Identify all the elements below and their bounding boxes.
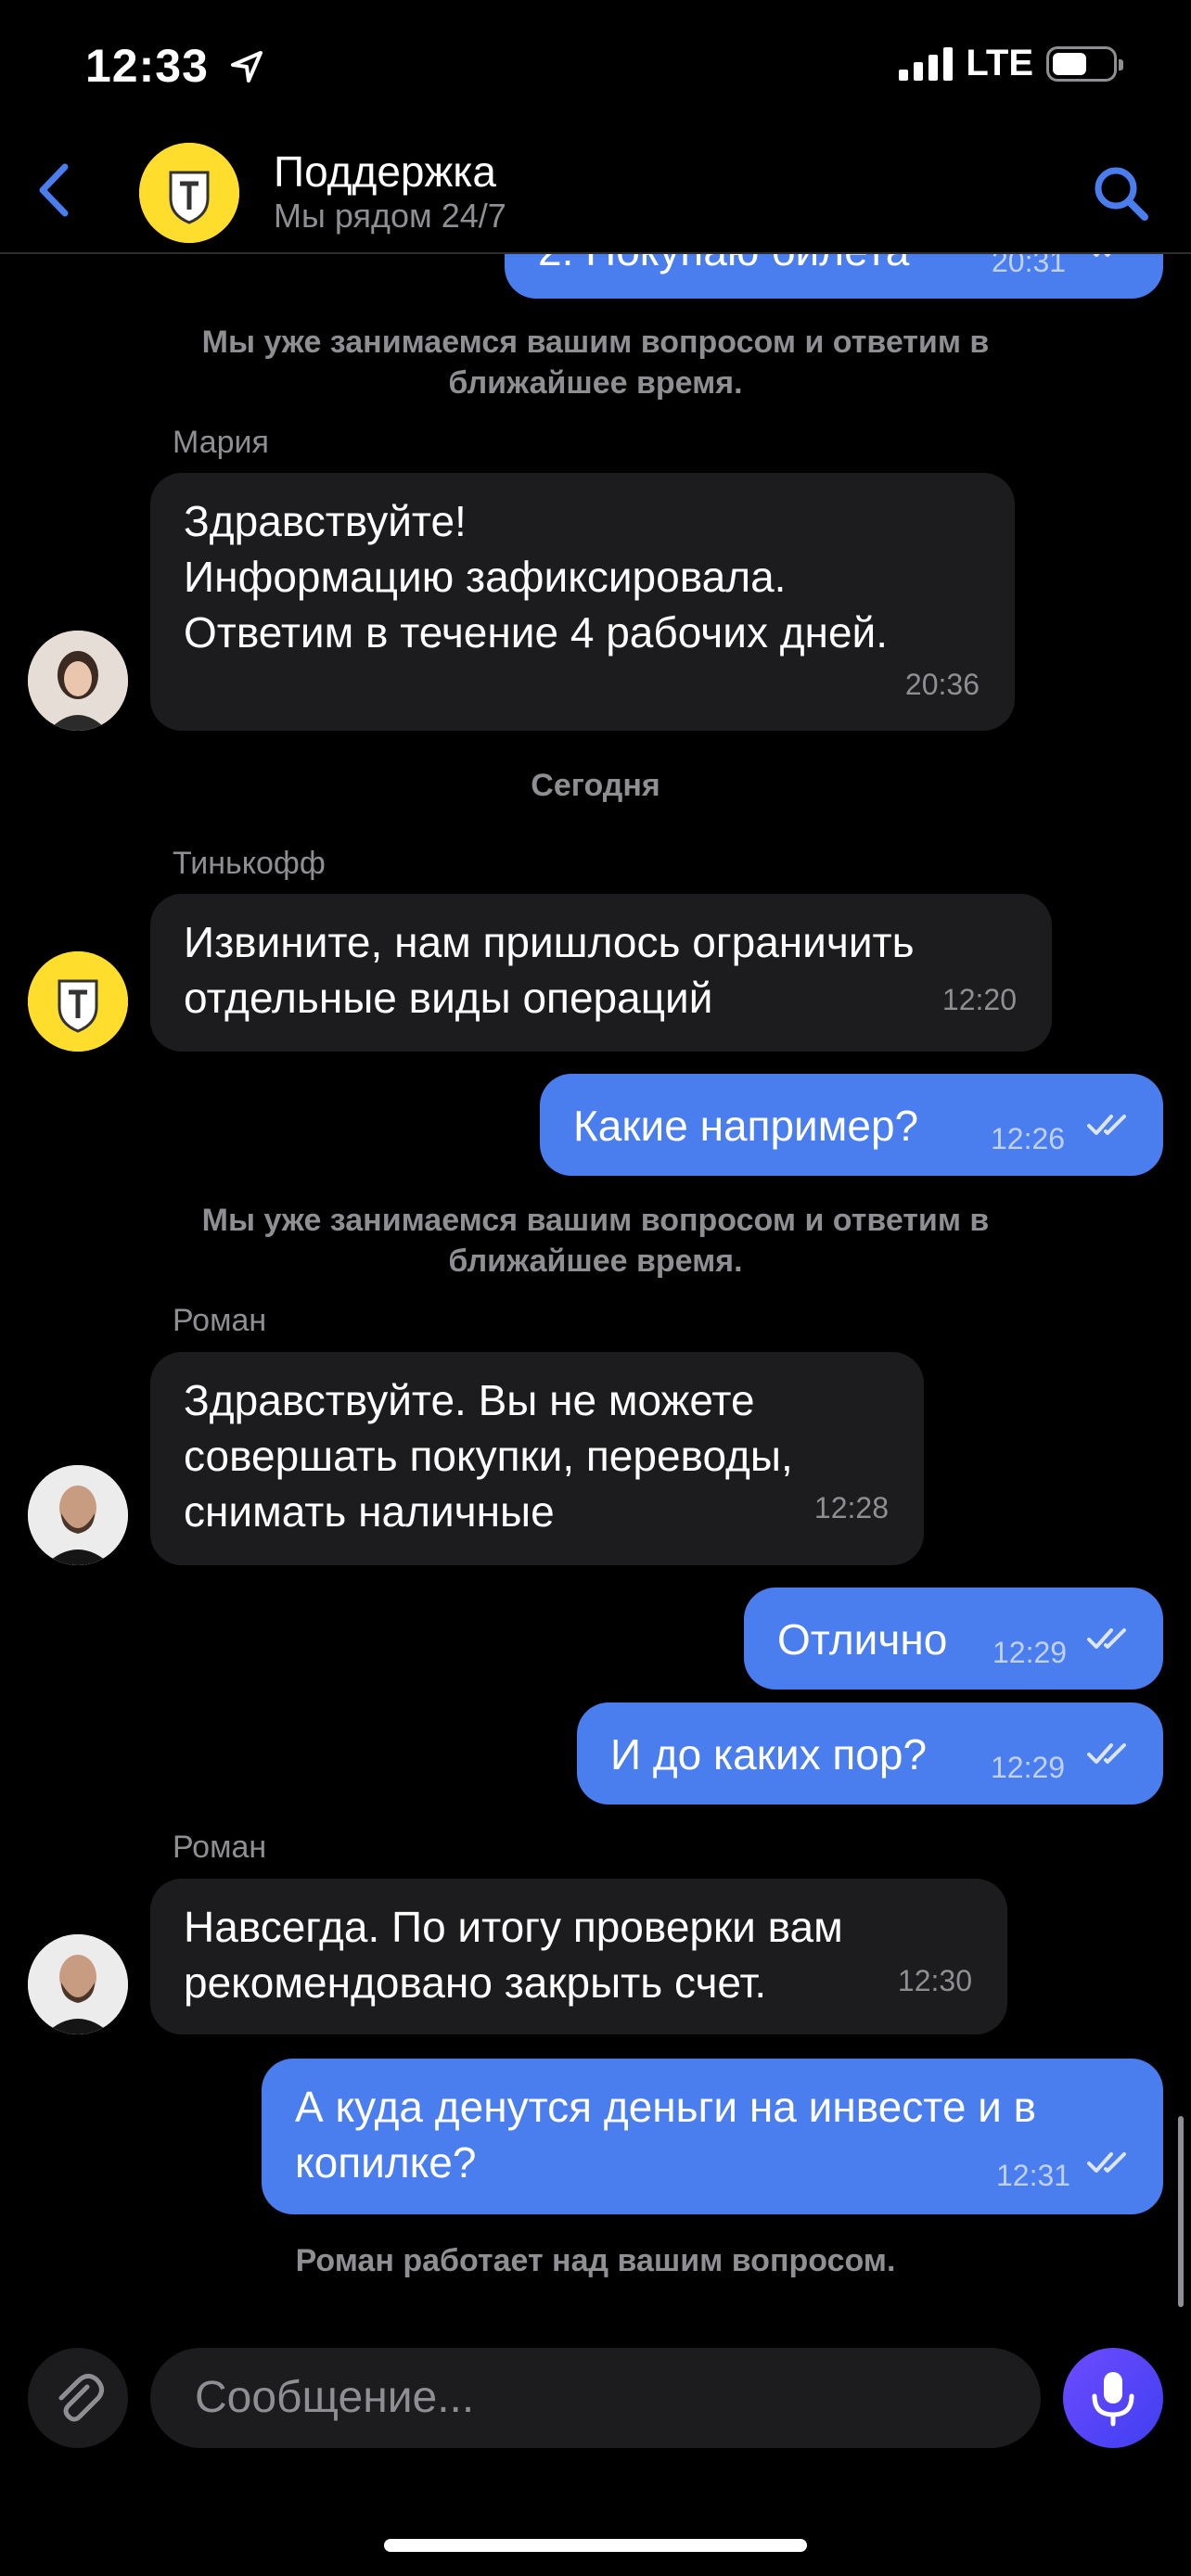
- avatar-tinkoff[interactable]: [28, 951, 128, 1052]
- message-line: А куда денутся деньги на инвесте и в: [295, 2083, 1037, 2131]
- sender-name: Мария: [173, 425, 269, 460]
- typing-indicator: Роман работает над вашим вопросом.: [295, 2243, 896, 2278]
- message-outgoing[interactable]: Отлично 12:29: [744, 1588, 1163, 1690]
- status-time: 12:33: [85, 39, 265, 93]
- double-check-icon: [1087, 1115, 1126, 1135]
- message-outgoing[interactable]: Какие например? 12:26: [540, 1074, 1163, 1176]
- location-arrow-icon: [230, 51, 263, 83]
- message-input[interactable]: Сообщение...: [150, 2348, 1041, 2448]
- home-indicator[interactable]: [384, 2539, 807, 2552]
- person-avatar-icon: [28, 1934, 128, 2034]
- message-line: Информацию зафиксировала.: [184, 553, 787, 601]
- network-label: LTE: [966, 43, 1033, 83]
- message-line: Здравствуйте. Вы не можете: [184, 1376, 755, 1424]
- chat-title[interactable]: Поддержка: [274, 147, 496, 197]
- message-outgoing[interactable]: И до каких пор? 12:29: [577, 1702, 1163, 1804]
- message-incoming[interactable]: Здравствуйте. Вы не можете совершать пок…: [150, 1352, 924, 1565]
- date-separator: Сегодня: [531, 768, 660, 803]
- double-check-icon: [1087, 2152, 1126, 2173]
- message-line: совершать покупки, переводы,: [184, 1432, 793, 1480]
- person-avatar-icon: [28, 631, 128, 731]
- chevron-left-icon[interactable]: [26, 158, 82, 223]
- battery-icon: [1046, 45, 1123, 82]
- message-time: 12:28: [813, 1491, 889, 1524]
- message-time: 12:31: [996, 2159, 1071, 2192]
- avatar-roman[interactable]: [28, 1934, 128, 2034]
- message-incoming[interactable]: Извините, нам пришлось ограничить отдель…: [150, 894, 1052, 1052]
- system-notice: Мы уже занимаемся вашим вопросом и ответ…: [201, 1203, 990, 1279]
- message-line: Извините, нам пришлось ограничить: [184, 918, 915, 966]
- double-check-icon: [1087, 1628, 1126, 1649]
- chat-screen: 2. Покупаю билета 20:31 Мы уже занимаемс…: [0, 0, 1191, 2576]
- status-indicators: LTE: [899, 43, 1123, 84]
- message-outgoing[interactable]: А куда денутся деньги на инвесте и в коп…: [262, 2059, 1163, 2214]
- message-time: 12:29: [992, 1636, 1068, 1669]
- sender-name: Роман: [173, 1830, 267, 1865]
- avatar-roman[interactable]: [28, 1465, 128, 1565]
- message-line: Здравствуйте!: [184, 497, 467, 545]
- message-time: 20:36: [904, 668, 980, 701]
- chat-subtitle: Мы рядом 24/7: [274, 197, 506, 235]
- message-line: рекомендовано закрыть счет.: [184, 1958, 767, 2007]
- message-list[interactable]: 2. Покупаю билета 20:31 Мы уже занимаемс…: [0, 0, 1191, 2576]
- message-line: Навсегда. По итогу проверки вам: [184, 1903, 843, 1951]
- message-line: Ответим в течение 4 рабочих дней.: [184, 608, 889, 657]
- message-time: 12:20: [941, 983, 1017, 1016]
- sender-name: Роман: [173, 1303, 267, 1338]
- signal-icon: [899, 46, 954, 81]
- paperclip-icon: [58, 2374, 104, 2422]
- sender-name: Тинькофф: [173, 846, 326, 881]
- search-icon[interactable]: [1089, 161, 1154, 226]
- double-check-icon: [1087, 1743, 1126, 1764]
- message-text: Какие например?: [573, 1102, 919, 1150]
- microphone-icon: [1092, 2372, 1134, 2427]
- scrollbar[interactable]: [1178, 2116, 1184, 2307]
- message-text: И до каких пор?: [610, 1730, 928, 1779]
- attach-button[interactable]: [28, 2348, 128, 2448]
- message-time: 12:29: [991, 1751, 1066, 1784]
- message-time: 12:30: [897, 1964, 972, 1997]
- chat-avatar[interactable]: [139, 143, 239, 243]
- microphone-button[interactable]: [1063, 2348, 1163, 2448]
- tinkoff-logo-icon: [28, 951, 128, 1052]
- message-text: Отлично: [777, 1615, 948, 1664]
- message-incoming[interactable]: Здравствуйте! Информацию зафиксировала. …: [150, 473, 1015, 731]
- message-line: снимать наличные: [184, 1487, 555, 1536]
- person-avatar-icon: [28, 1465, 128, 1565]
- message-line: отдельные виды операций: [184, 974, 713, 1022]
- tinkoff-logo-icon: [139, 143, 239, 243]
- system-notice: Мы уже занимаемся вашим вопросом и ответ…: [201, 325, 990, 401]
- message-time: 12:26: [991, 1122, 1066, 1155]
- avatar-maria[interactable]: [28, 631, 128, 731]
- chat-header: Поддержка Мы рядом 24/7: [0, 130, 1191, 254]
- message-incoming[interactable]: Навсегда. По итогу проверки вам рекоменд…: [150, 1879, 1007, 2034]
